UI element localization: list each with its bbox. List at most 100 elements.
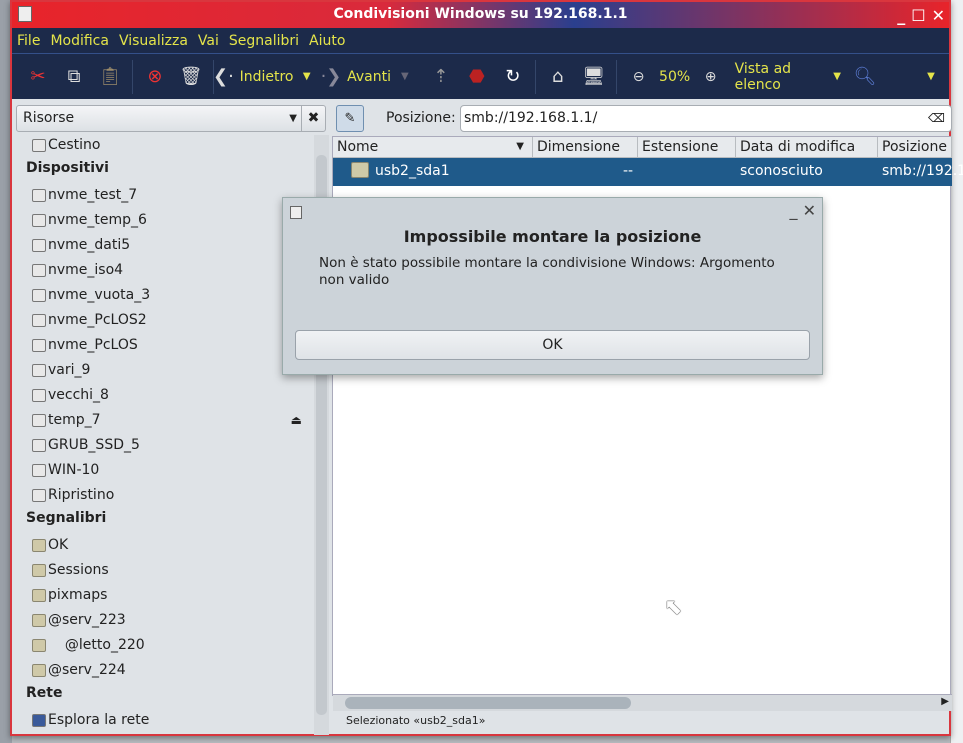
reload-icon[interactable]: ↻: [495, 59, 531, 95]
column-header-date[interactable]: Data di modifica: [736, 137, 878, 158]
scrollbar-thumb[interactable]: [345, 697, 631, 709]
folder-icon: [32, 588, 46, 602]
device-item[interactable]: Ripristino: [32, 485, 114, 505]
device-item[interactable]: nvme_test_7: [32, 185, 137, 205]
menu-bar: File Modifica Visualizza Vai Segnalibri …: [12, 28, 949, 54]
up-icon[interactable]: ⇡: [423, 59, 459, 95]
location-input[interactable]: smb://192.168.1.1/ ⌫: [460, 105, 952, 132]
device-item[interactable]: nvme_PcLOS2: [32, 310, 147, 330]
bookmarks-header: Segnalibri: [26, 510, 107, 526]
bookmark-item[interactable]: pixmaps: [32, 585, 107, 605]
close-sidebar-icon[interactable]: ✖: [301, 106, 325, 131]
delete-icon[interactable]: ⊗: [137, 59, 173, 95]
device-item[interactable]: vecchi_8: [32, 385, 109, 405]
network-folder-icon: [32, 613, 46, 627]
close-icon[interactable]: ✕: [803, 201, 816, 220]
place-label: nvme_iso4: [48, 262, 124, 278]
folder-icon: [32, 538, 46, 552]
computer-icon[interactable]: 🖥︎: [576, 59, 612, 95]
pencil-icon: ✎: [344, 111, 356, 126]
drive-icon: [32, 263, 46, 277]
paste-icon[interactable]: 📋︎: [92, 59, 128, 95]
error-dialog: _ ✕ Impossibile montare la posizione Non…: [282, 197, 823, 375]
menu-segnalibri[interactable]: Segnalibri: [229, 33, 299, 49]
device-item[interactable]: nvme_dati5: [32, 235, 130, 255]
search-icon[interactable]: 🔍︎: [847, 59, 883, 95]
menu-file[interactable]: File: [17, 33, 40, 49]
cell-name: usb2_sda1: [375, 163, 450, 179]
close-icon[interactable]: ✕: [932, 4, 945, 28]
back-button[interactable]: ❮· Indietro: [213, 59, 293, 95]
toolbar-overflow-icon[interactable]: ▼: [913, 59, 949, 95]
drive-icon: [32, 488, 46, 502]
bookmark-item[interactable]: Sessions: [32, 560, 109, 580]
title-bar: Condivisioni Windows su 192.168.1.1 _ ☐ ✕: [12, 2, 949, 28]
drive-icon: [32, 438, 46, 452]
back-dropdown-icon[interactable]: ▼: [289, 59, 325, 95]
forward-button[interactable]: ·❯ Avanti: [321, 59, 391, 95]
cell-size: --: [623, 163, 634, 179]
view-mode-label: Vista ad elenco: [734, 60, 792, 93]
trash-icon[interactable]: 🗑︎: [173, 59, 209, 95]
zoom-out-icon[interactable]: ⊖: [621, 59, 657, 95]
places-list: Cestino Dispositivi nvme_test_7 nvme_tem…: [12, 135, 314, 735]
clear-input-icon[interactable]: ⌫: [928, 106, 945, 131]
menu-modifica[interactable]: Modifica: [50, 33, 109, 49]
column-header-size[interactable]: Dimensione: [533, 137, 638, 158]
maximize-icon[interactable]: ☐: [911, 4, 925, 28]
app-icon[interactable]: [18, 6, 32, 22]
bookmark-item[interactable]: @letto_220: [32, 635, 145, 655]
home-icon[interactable]: ⌂: [540, 59, 576, 95]
network-item[interactable]: Esplora la rete: [32, 710, 149, 730]
drive-icon: [32, 238, 46, 252]
place-label: nvme_vuota_3: [48, 287, 151, 303]
menu-vai[interactable]: Vai: [198, 33, 219, 49]
bookmark-item[interactable]: @serv_224: [32, 660, 126, 680]
edit-location-button[interactable]: ✎: [336, 105, 364, 132]
forward-dropdown-icon[interactable]: ▼: [387, 59, 423, 95]
bookmark-item[interactable]: OK: [32, 535, 68, 555]
device-item[interactable]: nvme_PcLOS: [32, 335, 138, 355]
copy-icon[interactable]: ⧉: [56, 59, 92, 95]
place-label: @serv_224: [48, 662, 126, 678]
network-folder-icon: [32, 638, 46, 652]
place-label: Esplora la rete: [48, 712, 150, 728]
device-item[interactable]: GRUB_SSD_5: [32, 435, 140, 455]
minimize-icon[interactable]: _: [897, 4, 905, 28]
place-trash[interactable]: Cestino: [32, 135, 101, 155]
table-row[interactable]: usb2_sda1 -- sconosciuto smb://192.1: [333, 158, 963, 186]
device-item[interactable]: vari_9: [32, 360, 90, 380]
device-item[interactable]: nvme_vuota_3: [32, 285, 150, 305]
network-icon: [32, 713, 46, 727]
drive-icon: [32, 338, 46, 352]
scroll-right-icon[interactable]: ▶: [941, 696, 949, 707]
stop-icon[interactable]: ⬣: [459, 59, 495, 95]
device-item[interactable]: temp_7 ⏏: [32, 410, 302, 430]
devices-header: Dispositivi: [26, 160, 109, 176]
horizontal-scrollbar[interactable]: ▶: [333, 694, 952, 711]
zoom-in-icon[interactable]: ⊕: [693, 59, 729, 95]
device-item[interactable]: WIN-10: [32, 460, 99, 480]
place-label: nvme_temp_6: [48, 212, 147, 228]
sidebar-mode-select[interactable]: Risorse ▼ ✖: [16, 105, 326, 132]
menu-aiuto[interactable]: Aiuto: [309, 33, 345, 49]
column-header-location[interactable]: Posizione: [878, 137, 952, 158]
place-label: Cestino: [48, 137, 101, 153]
network-header: Rete: [26, 685, 63, 701]
column-header-name[interactable]: Nome ▼: [333, 137, 533, 158]
column-header-extension[interactable]: Estensione: [638, 137, 736, 158]
location-label: Posizione:: [386, 110, 456, 126]
device-item[interactable]: nvme_temp_6: [32, 210, 147, 230]
ok-button[interactable]: OK: [295, 330, 810, 360]
device-item[interactable]: nvme_iso4: [32, 260, 123, 280]
place-label: Ripristino: [48, 487, 115, 503]
dialog-title: Impossibile montare la posizione: [403, 227, 702, 246]
chevron-down-icon: ▼: [289, 113, 297, 124]
eject-icon[interactable]: ⏏: [291, 410, 302, 430]
menu-visualizza[interactable]: Visualizza: [119, 33, 188, 49]
place-label: vari_9: [48, 362, 91, 378]
minimize-icon[interactable]: _: [790, 201, 798, 220]
bookmark-item[interactable]: @serv_223: [32, 610, 126, 630]
cut-icon[interactable]: ✂: [20, 59, 56, 95]
view-mode-select[interactable]: Vista ad elenco ▼: [729, 59, 841, 95]
